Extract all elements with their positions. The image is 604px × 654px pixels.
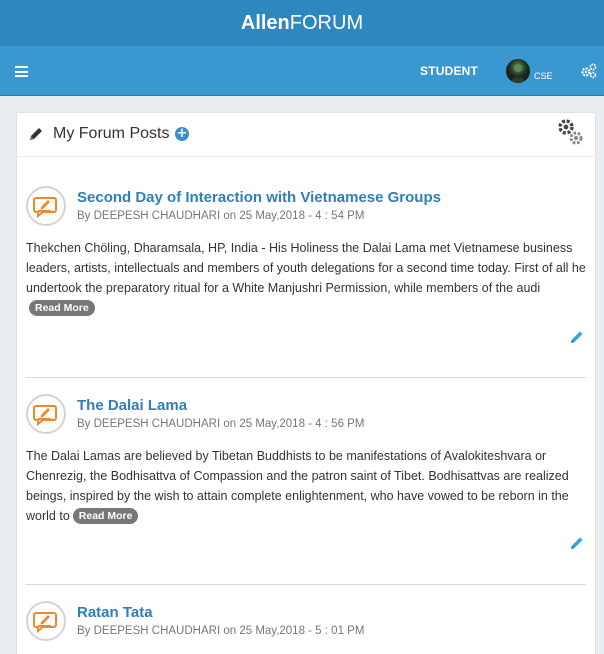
post-excerpt-text: Thekchen Chöling, Dharamsala, HP, India … (26, 241, 586, 295)
post-author: By DEEPESH CHAUDHARI (77, 210, 221, 222)
app-titlebar: Allen FORUM (0, 0, 604, 46)
post-title-link[interactable]: Ratan Tata (77, 604, 153, 621)
forum-post: Second Day of Interaction with Vietnames… (26, 186, 586, 376)
post-meta: By DEEPESH CHAUDHARI on 25 May,2018 - 4 … (77, 418, 364, 430)
brand-text: FORUM (289, 11, 364, 34)
blog-chat-icon (26, 601, 66, 641)
navbar: STUDENT CSE (0, 46, 604, 96)
post-excerpt: The Dalai Lamas are believed by Tibetan … (26, 446, 586, 526)
post-date: on 25 May,2018 - 4 : 54 PM (223, 210, 365, 222)
pencil-icon (30, 128, 42, 140)
nav-role-link[interactable]: STUDENT (420, 64, 478, 78)
post-author: By DEEPESH CHAUDHARI (77, 625, 221, 637)
post-date: on 25 May,2018 - 4 : 56 PM (223, 418, 365, 430)
post-meta: By DEEPESH CHAUDHARI on 25 May,2018 - 5 … (77, 625, 364, 637)
post-date: on 25 May,2018 - 5 : 01 PM (223, 625, 365, 637)
card-header: My Forum Posts + (17, 113, 595, 157)
plus-circle-icon[interactable]: + (175, 127, 189, 141)
blog-chat-icon (26, 394, 66, 434)
forum-posts-card: My Forum Posts + Second Day of Interacti… (16, 112, 596, 654)
edit-pencil-icon[interactable] (569, 535, 585, 551)
post-divider (26, 377, 586, 378)
blog-chat-icon (26, 186, 66, 226)
cogs-icon[interactable] (555, 117, 587, 149)
brand-bold-text: Allen (240, 11, 290, 34)
post-meta: By DEEPESH CHAUDHARI on 25 May,2018 - 4 … (77, 210, 364, 222)
post-title-link[interactable]: The Dalai Lama (77, 397, 187, 414)
forum-post: Ratan Tata By DEEPESH CHAUDHARI on 25 Ma… (26, 601, 586, 654)
post-author: By DEEPESH CHAUDHARI (77, 418, 221, 430)
post-divider (26, 584, 586, 585)
edit-pencil-icon[interactable] (569, 329, 585, 345)
nav-dept-label: CSE (534, 71, 553, 81)
read-more-button[interactable]: Read More (72, 508, 139, 524)
forum-post: The Dalai Lama By DEEPESH CHAUDHARI on 2… (26, 394, 586, 584)
avatar-image (509, 64, 527, 83)
post-title-link[interactable]: Second Day of Interaction with Vietnames… (77, 189, 441, 206)
post-excerpt: Thekchen Chöling, Dharamsala, HP, India … (26, 238, 586, 318)
cogs-icon[interactable] (580, 63, 598, 79)
card-title: My Forum Posts (53, 125, 170, 142)
read-more-button[interactable]: Read More (29, 300, 95, 316)
hamburger-icon[interactable] (15, 66, 28, 77)
avatar[interactable] (506, 59, 530, 83)
